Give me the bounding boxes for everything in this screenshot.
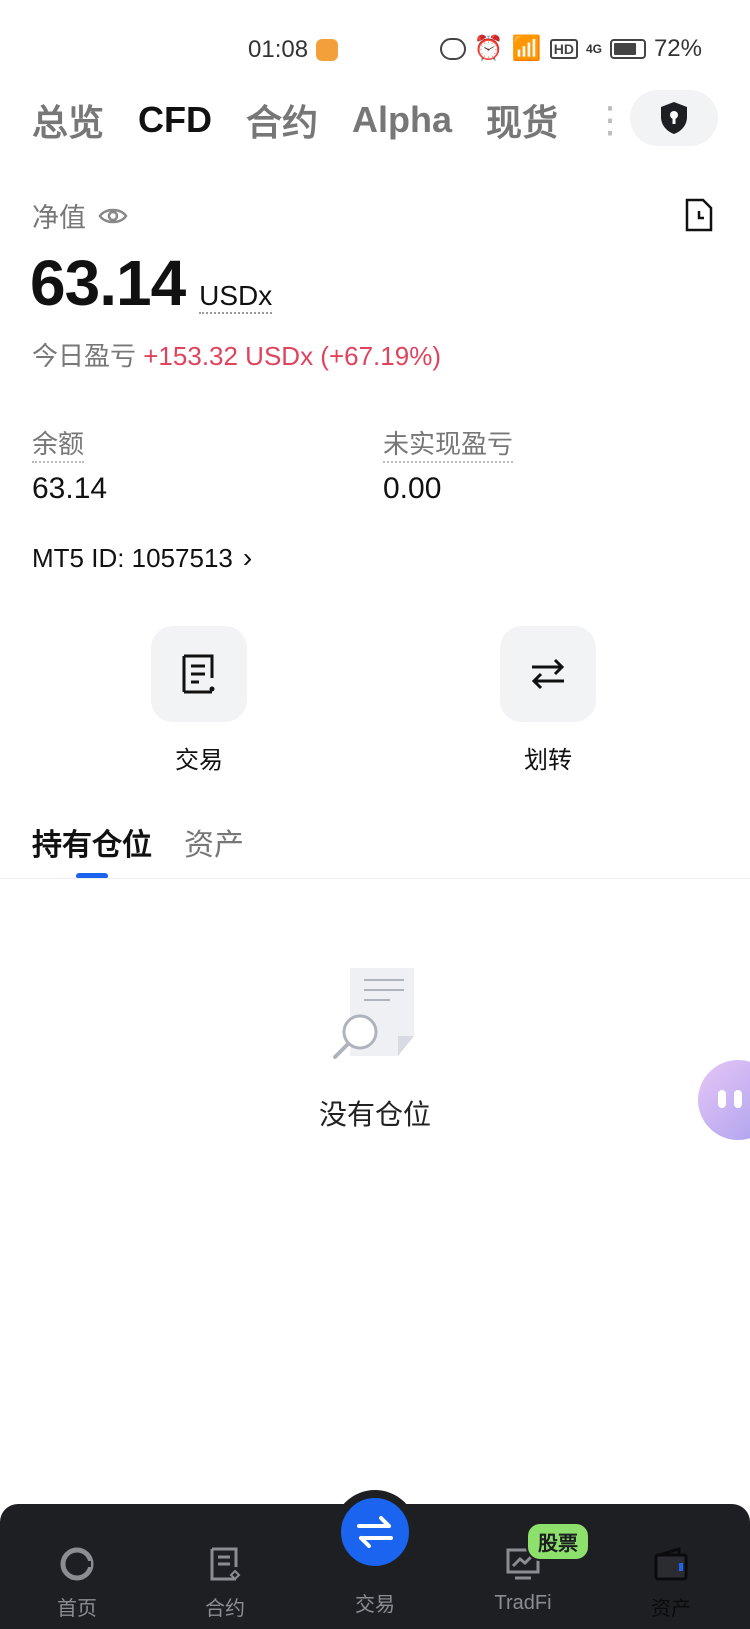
nav-assets[interactable]: 资产 (616, 1544, 726, 1621)
wifi-icon: 📶 (511, 35, 542, 62)
tab-overview[interactable]: 总览 (32, 94, 104, 146)
eye-comfort-icon (439, 37, 466, 60)
futures-icon (210, 1547, 241, 1581)
stocks-badge: 股票 (526, 1522, 590, 1561)
tab-positions[interactable]: 持有仓位 (32, 820, 152, 864)
unrealized-label[interactable]: 未实现盈亏 (383, 429, 514, 463)
alarm-icon: ⏰ (473, 35, 504, 62)
mt5-id: MT5 ID: 1057513 (32, 542, 233, 573)
tabs-divider (0, 878, 750, 879)
tab-cfd[interactable]: CFD (138, 99, 212, 141)
transfer-action-button[interactable]: 划转 (500, 626, 596, 775)
empty-state-text: 没有仓位 (318, 1099, 431, 1130)
nav-home[interactable]: 首页 (22, 1544, 132, 1621)
battery-icon (609, 38, 646, 59)
tab-alpha[interactable]: Alpha (352, 99, 452, 141)
net-value-unit[interactable]: USDx (199, 280, 273, 314)
nav-home-label: 首页 (57, 1598, 97, 1620)
tab-futures[interactable]: 合约 (246, 94, 318, 146)
eye-icon[interactable] (98, 206, 128, 226)
today-pnl-value: +153.32 USDx (+67.19%) (143, 341, 441, 371)
balance-block: 余额 (32, 424, 85, 463)
empty-document-search-icon (333, 968, 414, 1059)
app-notification-icon (316, 39, 338, 61)
top-tabs: 总览 CFD 合约 Alpha 现货 ⋮ (32, 94, 628, 146)
chevron-right-icon: › (242, 542, 253, 573)
assistant-eye-icon (718, 1090, 726, 1108)
nav-trade-label-wrap[interactable]: 交易 (320, 1588, 430, 1617)
today-pnl-label: 今日盈亏 (32, 341, 137, 371)
trade-action-button[interactable]: 交易 (151, 626, 247, 775)
nav-futures-label: 合约 (205, 1598, 245, 1620)
nav-assets-label: 资产 (651, 1598, 691, 1620)
status-time: 01:08 (248, 36, 309, 63)
balance-value: 63.14 (32, 472, 108, 505)
nav-trade-label: 交易 (355, 1594, 395, 1616)
status-bar: 01:08 ⏰ 📶 HD 4G 72% (0, 0, 750, 100)
security-button[interactable] (630, 90, 718, 146)
nav-tradfi-label: TradFi (494, 1592, 552, 1614)
battery-percent: 72% (653, 34, 702, 62)
trade-action-box (151, 626, 247, 722)
balance-label[interactable]: 余额 (32, 429, 85, 463)
nav-futures[interactable]: 合约 (170, 1544, 280, 1621)
tab-assets[interactable]: 资产 (184, 820, 244, 864)
net-value: 63.14 (30, 247, 186, 319)
home-icon (60, 1547, 94, 1581)
document-icon (182, 654, 215, 694)
position-tabs: 持有仓位 资产 (32, 820, 244, 864)
wallet-icon (654, 1547, 688, 1581)
unrealized-block: 未实现盈亏 (383, 424, 514, 463)
nav-trade-button[interactable] (333, 1490, 417, 1574)
shield-icon (661, 102, 687, 134)
trade-action-label: 交易 (175, 747, 223, 774)
transfer-action-label: 划转 (524, 747, 572, 774)
net-value-header: 净值 (32, 196, 128, 235)
unrealized-value: 0.00 (383, 472, 442, 505)
mt5-id-link[interactable]: MT5 ID: 1057513 › (32, 542, 252, 574)
history-record-icon[interactable] (684, 198, 714, 237)
swap-arrows-icon (357, 1516, 393, 1548)
transfer-action-box (500, 626, 596, 722)
tab-spot[interactable]: 现货 (486, 94, 558, 146)
empty-state: 没有仓位 (0, 966, 750, 1133)
today-pnl: 今日盈亏 +153.32 USDx (+67.19%) (32, 336, 441, 373)
net-value-label: 净值 (32, 203, 86, 233)
net-value-display: 63.14 USDx (30, 246, 273, 320)
assistant-eye-icon (734, 1090, 742, 1108)
more-tabs-icon[interactable]: ⋮ (592, 99, 628, 141)
status-icons: ⏰ 📶 HD 4G 72% (439, 34, 702, 63)
transfer-icon (531, 658, 565, 690)
network-type: 4G (585, 41, 602, 56)
hd-icon: HD (549, 38, 578, 59)
